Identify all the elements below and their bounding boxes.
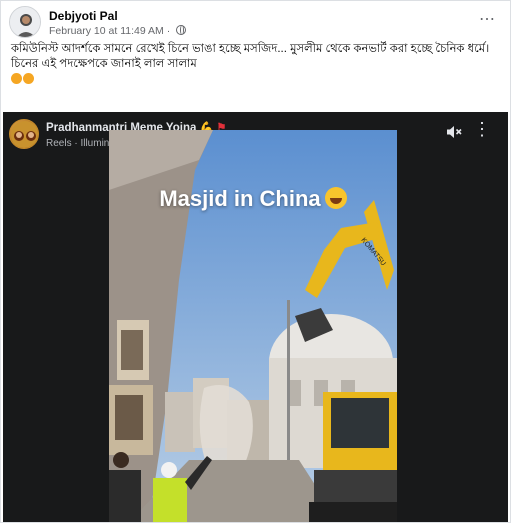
shared-reel[interactable]: Pradhanmantri Meme Yojna 💪 ⚑ Reels · Ill… bbox=[3, 112, 508, 522]
emoji-row bbox=[11, 73, 501, 88]
author-avatar[interactable] bbox=[9, 6, 41, 38]
more-options-icon[interactable]: ⋯ bbox=[479, 12, 496, 28]
post-meta: February 10 at 11:49 AM · bbox=[49, 25, 187, 37]
emoji-icon bbox=[23, 73, 34, 84]
globe-icon bbox=[176, 25, 187, 35]
facebook-post: Debjyoti Pal February 10 at 11:49 AM · ⋯… bbox=[0, 0, 511, 523]
video-caption-text: Masjid in China bbox=[159, 186, 321, 211]
post-timestamp[interactable]: February 10 at 11:49 AM bbox=[49, 25, 164, 37]
post-header: Debjyoti Pal February 10 at 11:49 AM · ⋯ bbox=[9, 6, 504, 40]
post-text-line-2: চিনের এই পদক্ষেপকে জানাই লাল সালাম bbox=[11, 58, 197, 70]
post-text-line-1: কমিউনিস্ট আদর্শকে সামনে রেখেই চিনে ভাঙা … bbox=[11, 43, 490, 55]
laughing-emoji-icon bbox=[324, 187, 347, 209]
video-player[interactable]: KOMATSU Masjid in China bbox=[109, 130, 397, 522]
page-avatar[interactable] bbox=[9, 119, 39, 149]
muted-speaker-icon[interactable] bbox=[445, 123, 463, 141]
reel-more-icon[interactable]: ⋮ bbox=[473, 120, 491, 138]
post-text: কমিউনিস্ট আদর্শকে সামনে রেখেই চিনে ভাঙা … bbox=[11, 42, 501, 88]
emoji-icon bbox=[11, 73, 22, 84]
author-name[interactable]: Debjyoti Pal bbox=[49, 9, 118, 23]
video-caption: Masjid in China bbox=[109, 186, 397, 212]
separator: · bbox=[166, 25, 174, 37]
